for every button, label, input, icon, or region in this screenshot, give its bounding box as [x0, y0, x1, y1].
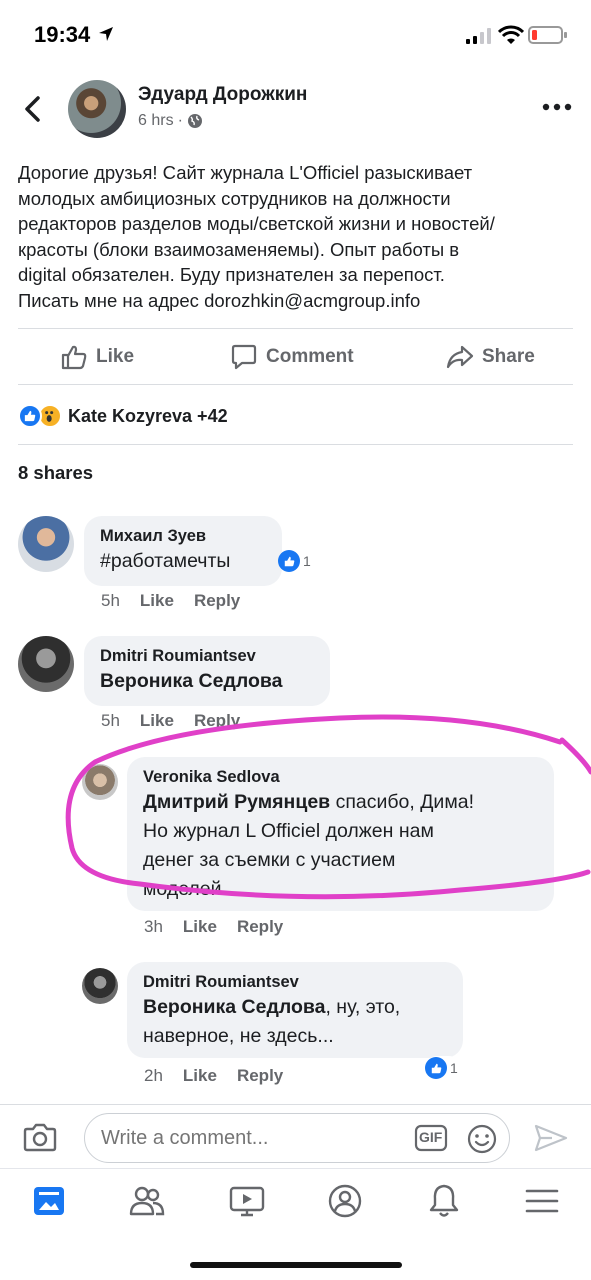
- like-button[interactable]: Like: [60, 330, 134, 384]
- more-options-icon[interactable]: [540, 100, 576, 114]
- post-time[interactable]: 6 hrs: [138, 112, 174, 130]
- comment-like-button[interactable]: Like: [140, 591, 174, 611]
- thumbs-up-icon: [61, 345, 87, 370]
- comment-bubble: Veronika Sedlova Дмитрий Румянцев спасиб…: [127, 757, 554, 911]
- comment-button[interactable]: Comment: [230, 330, 354, 384]
- share-button[interactable]: Share: [446, 330, 535, 384]
- comment-meta: 3h Like Reply: [144, 917, 283, 937]
- comment-reply-button[interactable]: Reply: [237, 1066, 283, 1086]
- comment-like-button[interactable]: Like: [140, 711, 174, 731]
- comment-author[interactable]: Veronika Sedlova: [143, 766, 538, 788]
- menu-hamburger-icon[interactable]: [524, 1183, 560, 1219]
- comment-meta: 5h Like Reply: [101, 711, 240, 731]
- comment-time: 2h: [144, 1066, 163, 1085]
- comment-composer: GIF: [0, 1104, 591, 1168]
- comment-like-button[interactable]: Like: [183, 1066, 217, 1086]
- shares-count[interactable]: 8 shares: [18, 462, 93, 484]
- comment-reply-button[interactable]: Reply: [194, 711, 240, 731]
- comment-reply-button[interactable]: Reply: [194, 591, 240, 611]
- like-reaction-icon: [425, 1057, 447, 1079]
- comment-mention[interactable]: Вероника Седлова: [143, 996, 325, 1018]
- commenter-avatar[interactable]: [82, 968, 118, 1004]
- comment-author[interactable]: Михаил Зуев: [100, 525, 266, 547]
- status-bar: 19:34: [0, 0, 591, 70]
- post-meta: 6 hrs ·: [138, 112, 203, 130]
- like-label: Like: [96, 346, 135, 367]
- comment-reaction-badge[interactable]: 1: [425, 1056, 461, 1080]
- profile-icon[interactable]: [327, 1183, 363, 1219]
- reactions-names: Kate Kozyreva +42: [68, 405, 228, 426]
- reactions-summary[interactable]: Kate Kozyreva +42: [18, 402, 228, 430]
- comment-mention[interactable]: Вероника Седлова: [100, 670, 282, 692]
- meta-separator: ·: [177, 112, 183, 129]
- comment-reaction-badge[interactable]: 1: [278, 549, 314, 573]
- comment-bubble: Михаил Зуев #работамечты: [84, 516, 282, 586]
- reaction-count: 1: [303, 553, 311, 569]
- comment-meta: 5h Like Reply: [101, 591, 240, 611]
- like-reaction-icon: [18, 404, 42, 428]
- comment-time: 5h: [101, 591, 120, 610]
- comment-text: #работамечты: [100, 550, 231, 572]
- notifications-bell-icon[interactable]: [426, 1183, 462, 1219]
- status-time: 19:34: [34, 22, 91, 47]
- commenter-avatar[interactable]: [18, 516, 74, 572]
- commenter-avatar[interactable]: [18, 636, 74, 692]
- commenter-avatar[interactable]: [82, 764, 118, 800]
- friends-icon[interactable]: [129, 1183, 165, 1219]
- comment-author[interactable]: Dmitri Roumiantsev: [143, 971, 447, 993]
- cellular-signal-icon: [466, 28, 491, 44]
- comment-time: 3h: [144, 917, 163, 936]
- comment-bubble-icon: [231, 344, 257, 370]
- comment-author[interactable]: Dmitri Roumiantsev: [100, 645, 314, 667]
- reaction-count: 1: [450, 1060, 458, 1076]
- news-feed-icon[interactable]: [31, 1183, 67, 1219]
- comment-meta: 2h Like Reply: [144, 1066, 283, 1086]
- camera-icon[interactable]: [22, 1123, 58, 1153]
- comment-label: Comment: [266, 346, 354, 367]
- post-body: Дорогие друзья! Сайт журнала L'Officiel …: [18, 162, 495, 311]
- divider: [18, 328, 573, 329]
- back-chevron-icon[interactable]: [22, 96, 44, 122]
- gif-label: GIF: [419, 1129, 443, 1145]
- battery-low-icon: [528, 26, 567, 44]
- wifi-icon: [498, 25, 524, 44]
- comment-mention[interactable]: Дмитрий Румянцев: [143, 791, 330, 813]
- watch-video-icon[interactable]: [229, 1183, 265, 1219]
- author-avatar[interactable]: [68, 80, 126, 138]
- send-icon[interactable]: [534, 1123, 568, 1153]
- share-arrow-icon: [446, 345, 474, 369]
- gif-button[interactable]: GIF: [414, 1123, 448, 1153]
- comment-like-button[interactable]: Like: [183, 917, 217, 937]
- comment-reply-button[interactable]: Reply: [237, 917, 283, 937]
- divider: [18, 444, 573, 445]
- post-actions: Like Comment Share: [18, 330, 573, 384]
- post-author-name[interactable]: Эдуард Дорожкин: [138, 84, 307, 106]
- share-label: Share: [482, 346, 535, 367]
- comment-bubble: Dmitri Roumiantsev Вероника Седлова, ну,…: [127, 962, 463, 1058]
- like-reaction-icon: [278, 550, 300, 572]
- home-indicator[interactable]: [190, 1262, 402, 1268]
- divider: [18, 384, 573, 385]
- location-arrow-icon: [99, 27, 113, 41]
- comment-bubble: Dmitri Roumiantsev Вероника Седлова: [84, 636, 330, 706]
- emoji-icon[interactable]: [466, 1123, 498, 1155]
- comment-time: 5h: [101, 711, 120, 730]
- globe-icon: [187, 114, 202, 128]
